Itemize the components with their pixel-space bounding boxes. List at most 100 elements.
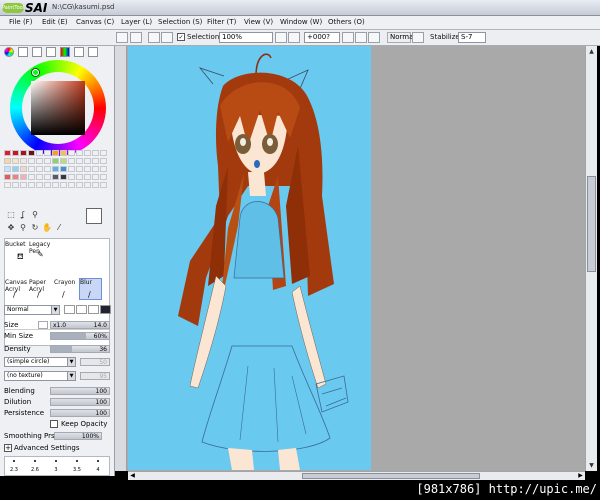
vertical-scrollbar[interactable]: ▲ ▼ [585, 46, 597, 471]
color-swatch[interactable] [60, 158, 67, 164]
menu-filter[interactable]: Filter (T) [207, 18, 236, 26]
brush-shape-medium-button[interactable] [76, 305, 87, 314]
deselect-button[interactable] [148, 32, 160, 43]
canvas-viewport[interactable] [115, 46, 585, 471]
color-swatch[interactable] [36, 166, 43, 172]
color-swatch[interactable] [44, 174, 51, 180]
magic-wand-icon[interactable]: ⚲ [30, 210, 40, 220]
zoom-icon[interactable]: ⚲ [18, 223, 28, 233]
color-swatch[interactable] [36, 158, 43, 164]
menu-window[interactable]: Window (W) [280, 18, 322, 26]
color-swatch[interactable] [20, 174, 27, 180]
size-slider[interactable]: x1.0 14.0 [50, 321, 110, 329]
brush-legacy-pen[interactable]: Legacy Pen ✎ [29, 241, 53, 263]
color-swatch[interactable] [12, 174, 19, 180]
scroll-left-icon[interactable]: ◀ [128, 472, 137, 480]
color-swatch[interactable] [4, 166, 11, 172]
brush-paper-acryl[interactable]: Paper Acryl ∕ [29, 279, 52, 301]
color-swatch[interactable] [76, 150, 83, 156]
scroll-right-icon[interactable]: ▶ [576, 472, 585, 480]
color-swatch[interactable] [36, 150, 43, 156]
color-swatch[interactable] [92, 166, 99, 172]
color-swatch[interactable] [52, 166, 59, 172]
size-preset-2[interactable]: 2.6 [28, 467, 42, 473]
color-swatch[interactable] [12, 166, 19, 172]
advanced-settings-row[interactable]: + Advanced Settings [4, 443, 110, 453]
size-preset-5[interactable]: 4 [91, 467, 105, 473]
color-swatch[interactable] [28, 166, 35, 172]
brush-slot-empty[interactable] [79, 241, 102, 263]
size-preset-1[interactable]: 2.3 [7, 467, 21, 473]
brush-slot-empty[interactable] [54, 241, 77, 263]
brush-canvas-acryl[interactable]: Canvas Acryl ∕ [5, 279, 28, 301]
color-swatch[interactable] [44, 150, 51, 156]
rotation-field[interactable]: +000? [304, 32, 340, 43]
color-wheel[interactable] [10, 60, 106, 156]
brush-mode-select[interactable]: Normal ▼ [4, 305, 60, 315]
menu-layer[interactable]: Layer (L) [121, 18, 152, 26]
brush-crayon[interactable]: Crayon ∕ [54, 279, 77, 301]
color-swatch[interactable] [52, 150, 59, 156]
color-swatch[interactable] [76, 158, 83, 164]
color-swatch[interactable] [68, 166, 75, 172]
brush-bucket[interactable]: Bucket ⛾ [5, 241, 28, 263]
redo-button[interactable] [130, 32, 142, 43]
color-swatch[interactable] [44, 158, 51, 164]
blend-toggle-button[interactable] [412, 32, 424, 43]
color-swatch[interactable] [12, 182, 19, 188]
menu-selection[interactable]: Selection (S) [158, 18, 202, 26]
color-swatch[interactable] [36, 182, 43, 188]
color-swatch[interactable] [60, 166, 67, 172]
menu-others[interactable]: Others (O) [328, 18, 365, 26]
color-swatch[interactable] [4, 158, 11, 164]
menu-view[interactable]: View (V) [244, 18, 273, 26]
color-swatch[interactable] [20, 182, 27, 188]
expand-icon[interactable]: + [4, 444, 12, 452]
color-swatch[interactable] [76, 182, 83, 188]
scroll-down-icon[interactable]: ▼ [587, 461, 596, 470]
color-swatch[interactable] [100, 166, 107, 172]
smoothing-slider[interactable]: 100% [54, 432, 102, 440]
size-preset-4[interactable]: 3.5 [70, 467, 84, 473]
color-swatch[interactable] [52, 158, 59, 164]
color-swatch[interactable] [84, 150, 91, 156]
color-swatch[interactable] [20, 150, 27, 156]
brush-shape-hard-button[interactable] [64, 305, 75, 314]
color-swatch[interactable] [60, 174, 67, 180]
color-swatch[interactable] [4, 182, 11, 188]
color-swatch[interactable] [60, 150, 67, 156]
selection-checkbox[interactable]: ✓ [177, 33, 185, 41]
color-swatch[interactable] [60, 182, 67, 188]
eyedropper-icon[interactable]: ⁄ [54, 223, 64, 233]
color-swatch[interactable] [28, 150, 35, 156]
hue-marker[interactable] [32, 69, 39, 76]
color-swatch[interactable] [52, 182, 59, 188]
color-swatch[interactable] [100, 158, 107, 164]
canvas-artwork[interactable] [128, 46, 371, 470]
rgb-slider-tab[interactable] [18, 47, 28, 57]
hand-icon[interactable]: ✋ [42, 223, 52, 233]
color-swatch[interactable] [20, 166, 27, 172]
color-swatch[interactable] [68, 150, 75, 156]
brush-texture-select[interactable]: (no texture) ▼ [4, 371, 76, 381]
color-swatch[interactable] [76, 166, 83, 172]
brush-blur[interactable]: Blur ∕ [79, 278, 102, 300]
undo-button[interactable] [116, 32, 128, 43]
move-icon[interactable]: ✥ [6, 223, 16, 233]
color-swatch[interactable] [84, 174, 91, 180]
stabilizer-select[interactable]: S-7 [458, 32, 486, 43]
horizontal-scroll-thumb[interactable] [302, 473, 480, 479]
menu-canvas[interactable]: Canvas (C) [76, 18, 114, 26]
color-swatch[interactable] [20, 158, 27, 164]
lasso-icon[interactable]: ʆ [18, 210, 28, 220]
color-swatch[interactable] [84, 182, 91, 188]
brush-shape-soft-button[interactable] [88, 305, 99, 314]
vertical-scroll-thumb[interactable] [587, 176, 596, 272]
size-preset-3[interactable]: 3 [49, 467, 63, 473]
hsv-slider-tab[interactable] [32, 47, 42, 57]
color-swatch[interactable] [28, 182, 35, 188]
color-swatch[interactable] [92, 150, 99, 156]
foreground-color[interactable] [86, 208, 102, 224]
density-slider[interactable]: 36 [50, 345, 110, 353]
texture-strength-slider[interactable]: 95 [80, 372, 110, 380]
